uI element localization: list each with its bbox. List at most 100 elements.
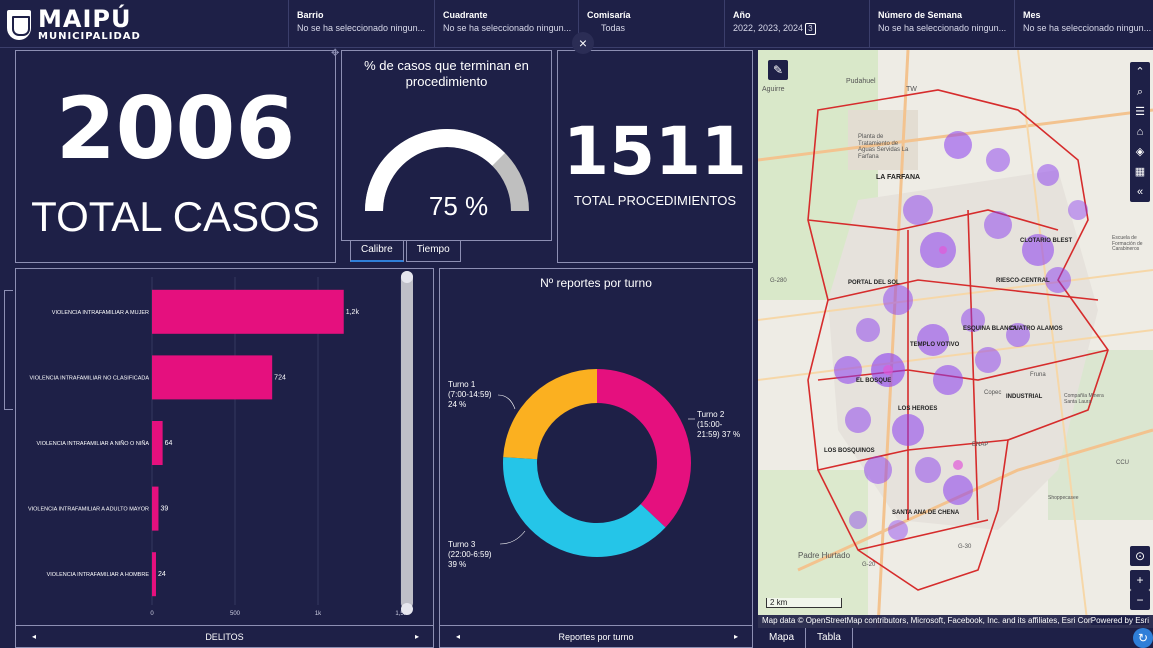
map-place-label: ESQUINA BLANCA [963,326,1018,332]
filter-cuadrante[interactable]: Cuadrante No se ha seleccionado ningun..… [434,0,578,47]
tab-tiempo[interactable]: Tiempo [405,240,461,262]
selection-count-badge: 3 [805,23,816,35]
filter-value: 2022, 2023, 2024 3 [733,23,869,35]
close-icon[interactable]: × [572,32,594,54]
map-place-label: PORTAL DEL SOL [848,280,900,286]
total-casos-label: TOTAL CASOS [31,193,320,240]
map-place-label: G-20 [862,562,876,568]
filter-mes[interactable]: Mes No se ha seleccionado ningun... [1014,0,1153,47]
slice-label-turno-2: 21:59) 37 % [697,430,740,439]
total-procedimientos-value: 1511 [563,113,747,190]
side-panel-handle[interactable] [4,290,13,410]
filter-value: No se ha seleccionado ningun... [297,23,426,33]
x-tick-label: 1k [315,611,322,617]
map-place-label: LOS HEROES [898,406,938,412]
map-place-label: CUATRO ALAMOS [1010,326,1063,332]
filter-value: No se ha seleccionado ningun... [1023,23,1152,33]
double-chevron-up-icon[interactable]: ⌃ [1130,62,1150,82]
list-icon[interactable]: ☰ [1130,102,1150,122]
map-place-label: TW [906,86,917,93]
map-scale-bar: 2 km [766,598,842,608]
turno-footer-title: Reportes por turno [558,632,634,642]
filter-label: Cuadrante [443,10,488,20]
next-arrow-icon[interactable]: ▸ [415,632,419,641]
delitos-footer-title: DELITOS [205,632,244,642]
home-icon[interactable]: ⌂ [1130,122,1150,142]
map-place-label: CLOTARIO BLEST [1020,238,1073,244]
map-place-label: LOS BOSQUINOS [824,448,875,454]
map-place-label: INDUSTRIAL [1006,394,1043,400]
filter-value: No se ha seleccionado ningun... [443,23,572,33]
layers-icon[interactable]: ◈ [1130,142,1150,162]
filter-value: No se ha seleccionado ningun... [878,23,1007,33]
attribution-text: Map data © OpenStreetMap contributors, M… [762,616,1125,625]
double-chevron-left-icon[interactable]: « [1130,182,1150,202]
logo-subtitle: MUNICIPALIDAD [38,30,141,42]
bar[interactable] [152,355,273,400]
bar[interactable] [152,552,156,597]
bar[interactable] [152,486,159,531]
category-label: VIOLENCIA INTRAFAMILIAR A MUJER [52,310,149,316]
category-label: VIOLENCIA INTRAFAMILIAR A HOMBRE [47,572,150,578]
donut-slice[interactable] [503,369,597,460]
filter-value-text: 2022, 2023, 2024 [733,23,804,33]
map-place-label: RIESCO-CENTRAL [996,278,1050,284]
qr-icon[interactable]: ▦ [1130,162,1150,182]
map-place-label: G-280 [770,278,787,284]
bar[interactable] [152,421,163,465]
category-label: VIOLENCIA INTRAFAMILIAR A ADULTO MAYOR [28,507,149,513]
search-icon[interactable]: ⌕ [1130,82,1150,102]
filter-ano[interactable]: Año 2022, 2023, 2024 3 [724,0,869,47]
gauge-value: 75 % [428,191,489,221]
bar[interactable] [152,289,344,334]
slice-label-turno-2: (15:00- [697,420,723,429]
delitos-bar-chart: 0 500 1k 1,5kVIOLENCIA INTRAFAMILIAR A MUJE… [28,271,413,617]
tab-calibre[interactable]: Calibre [350,240,404,262]
locate-icon[interactable]: ⊙ [1130,546,1150,566]
refresh-icon[interactable]: ↻ [1133,628,1153,648]
tab-mapa[interactable]: Mapa [758,628,807,648]
tab-tabla[interactable]: Tabla [806,628,853,648]
map-place-label: Copec [984,390,1002,396]
map-place-label: TEMPLO VOTIVO [910,342,960,348]
category-label: VIOLENCIA INTRAFAMILIAR NO CLASIFICADA [30,375,150,381]
total-casos-panel: 2006 TOTAL CASOS [15,50,336,263]
gauge-tabs: Calibre Tiempo [350,240,463,262]
total-procedimientos-label: TOTAL PROCEDIMIENTOS [573,193,737,208]
maipu-logo: MAIPÚ MUNICIPALIDAD [6,4,276,44]
heatmap-map[interactable]: Pudahuel Aguirre TW Planta de Tratamiento d… [758,50,1153,628]
filter-label: Número de Semana [878,10,963,20]
zoom-in-icon[interactable]: + [1130,570,1150,590]
next-arrow-icon[interactable]: ▸ [734,632,738,641]
filter-label: Barrio [297,10,324,20]
donut-slice[interactable] [597,369,691,528]
donut-slice[interactable] [503,457,666,557]
zoom-out-icon[interactable]: − [1130,590,1150,610]
slice-label-turno-3: (22:00-6:59) [448,550,492,559]
filter-comisaria[interactable]: Comisaría Todas [578,0,724,47]
map-place-label: EL BOSQUE [856,378,892,384]
map-place-label: Shoppecasee [1048,495,1079,501]
filter-barrio[interactable]: Barrio No se ha seleccionado ningun... [288,0,434,47]
municipal-shield-icon [6,6,32,42]
edit-map-icon[interactable]: ✎ [768,60,788,80]
delitos-bar-chart-panel: 0 500 1k 1,5k VIOLENCIA INTRAFAMILIAR A MUJE… [15,268,434,626]
scroll-handle-bottom[interactable] [401,603,413,615]
bar-data-label: 64 [165,440,173,447]
leader-line [497,394,516,410]
powered-by-esri[interactable]: Powered by Esri [1090,616,1149,625]
scroll-handle-top[interactable] [401,271,413,283]
map-place-label: Escuela de Formación de Carabineros [1112,235,1143,252]
leader-line [499,530,526,545]
filter-label: Mes [1023,10,1041,20]
map-canvas[interactable] [758,50,1153,628]
slice-label-turno-2: Turno 2 [697,410,725,419]
turno-donut-chart: Turno 1(7:00-14:59)24 % Turno 2(15:00-21:… [448,369,740,569]
filter-numero-semana[interactable]: Número de Semana No se ha seleccionado n… [869,0,1014,47]
x-tick-label: 0 [150,611,154,617]
bar-data-label: 724 [274,374,286,381]
scrollbar[interactable] [401,271,413,609]
x-tick-label: 500 [230,611,241,617]
move-icon[interactable]: ✥ [331,48,339,59]
map-toolbar: ⌃ ⌕ ☰ ⌂ ◈ ▦ « [1130,62,1150,202]
